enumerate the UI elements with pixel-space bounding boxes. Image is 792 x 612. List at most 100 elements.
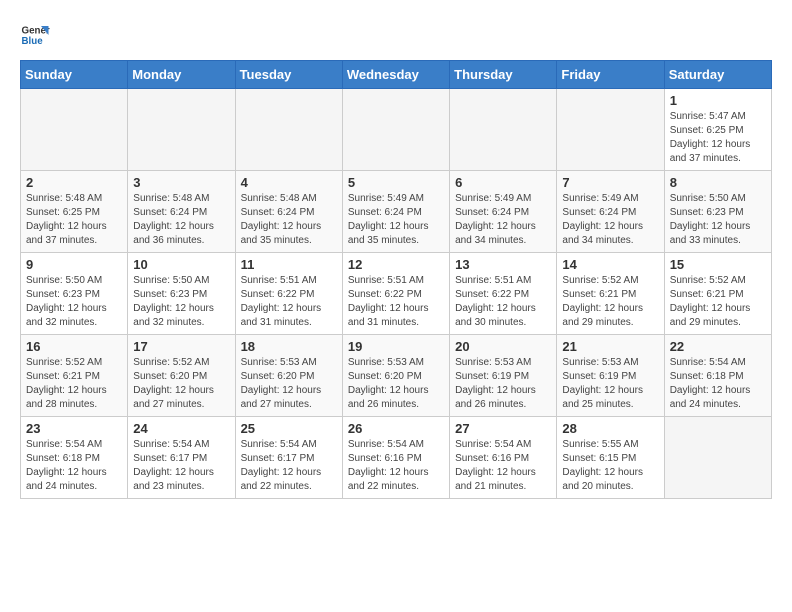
day-number: 9: [26, 257, 122, 272]
day-cell: [342, 89, 449, 171]
weekday-header-sunday: Sunday: [21, 61, 128, 89]
weekday-header-monday: Monday: [128, 61, 235, 89]
calendar-table: SundayMondayTuesdayWednesdayThursdayFrid…: [20, 60, 772, 499]
day-cell: 1 Sunrise: 5:47 AM Sunset: 6:25 PM Daylig…: [664, 89, 771, 171]
day-cell: 8Sunrise: 5:50 AM Sunset: 6:23 PM Daylig…: [664, 171, 771, 253]
weekday-header-tuesday: Tuesday: [235, 61, 342, 89]
day-number: 17: [133, 339, 229, 354]
day-number: 13: [455, 257, 551, 272]
day-number: 4: [241, 175, 337, 190]
day-info: Sunrise: 5:52 AM Sunset: 6:20 PM Dayligh…: [133, 356, 229, 412]
day-cell: 16 Sunrise: 5:52 AM Sunset: 6:21 PM Dayli…: [21, 335, 128, 417]
day-cell: 19 Sunrise: 5:53 AM Sunset: 6:20 PM Dayli…: [342, 335, 449, 417]
day-info: Sunrise: 5:54 AM Sunset: 6:17 PM Dayligh…: [241, 438, 337, 494]
day-number: 16: [26, 339, 122, 354]
day-number: 6: [455, 175, 551, 190]
day-number: 28: [562, 421, 658, 436]
day-number: 10: [133, 257, 229, 272]
day-number: 27: [455, 421, 551, 436]
day-number: 18: [241, 339, 337, 354]
day-info: Sunrise: 5:48 AM Sunset: 6:25 PM Dayligh…: [26, 192, 122, 248]
day-number: 20: [455, 339, 551, 354]
day-info: Sunrise: 5:49 AM Sunset: 6:24 PM Dayligh…: [348, 192, 444, 248]
day-cell: 24 Sunrise: 5:54 AM Sunset: 6:17 PM Dayli…: [128, 417, 235, 499]
header: General Blue: [20, 20, 772, 50]
day-info: Sunrise: 5:51 AM Sunset: 6:22 PM Dayligh…: [455, 274, 551, 330]
day-cell: 11 Sunrise: 5:51 AM Sunset: 6:22 PM Dayli…: [235, 253, 342, 335]
day-cell: [557, 89, 664, 171]
week-row-3: 9 Sunrise: 5:50 AM Sunset: 6:23 PM Daylig…: [21, 253, 772, 335]
day-info: Sunrise: 5:52 AM Sunset: 6:21 PM Dayligh…: [562, 274, 658, 330]
day-info: Sunrise: 5:54 AM Sunset: 6:17 PM Dayligh…: [133, 438, 229, 494]
week-row-4: 16 Sunrise: 5:52 AM Sunset: 6:21 PM Dayli…: [21, 335, 772, 417]
day-info: Sunrise: 5:51 AM Sunset: 6:22 PM Dayligh…: [348, 274, 444, 330]
week-row-2: 2 Sunrise: 5:48 AM Sunset: 6:25 PM Daylig…: [21, 171, 772, 253]
day-info: Sunrise: 5:51 AM Sunset: 6:22 PM Dayligh…: [241, 274, 337, 330]
weekday-header-thursday: Thursday: [450, 61, 557, 89]
day-cell: 3 Sunrise: 5:48 AM Sunset: 6:24 PM Daylig…: [128, 171, 235, 253]
day-cell: 15 Sunrise: 5:52 AM Sunset: 6:21 PM Dayli…: [664, 253, 771, 335]
day-number: 11: [241, 257, 337, 272]
day-cell: [450, 89, 557, 171]
day-cell: 20 Sunrise: 5:53 AM Sunset: 6:19 PM Dayli…: [450, 335, 557, 417]
day-info: Sunrise: 5:53 AM Sunset: 6:19 PM Dayligh…: [562, 356, 658, 412]
day-cell: 22 Sunrise: 5:54 AM Sunset: 6:18 PM Dayli…: [664, 335, 771, 417]
day-cell: [21, 89, 128, 171]
weekday-header-wednesday: Wednesday: [342, 61, 449, 89]
day-cell: [128, 89, 235, 171]
day-cell: 6Sunrise: 5:49 AM Sunset: 6:24 PM Daylig…: [450, 171, 557, 253]
day-number: 21: [562, 339, 658, 354]
day-info: Sunrise: 5:47 AM Sunset: 6:25 PM Dayligh…: [670, 110, 766, 166]
day-info: Sunrise: 5:49 AM Sunset: 6:24 PM Dayligh…: [562, 192, 658, 248]
day-cell: 4 Sunrise: 5:48 AM Sunset: 6:24 PM Daylig…: [235, 171, 342, 253]
day-info: Sunrise: 5:54 AM Sunset: 6:18 PM Dayligh…: [670, 356, 766, 412]
week-row-5: 23Sunrise: 5:54 AM Sunset: 6:18 PM Dayli…: [21, 417, 772, 499]
day-number: 24: [133, 421, 229, 436]
day-number: 2: [26, 175, 122, 190]
day-info: Sunrise: 5:55 AM Sunset: 6:15 PM Dayligh…: [562, 438, 658, 494]
day-number: 23: [26, 421, 122, 436]
day-cell: [235, 89, 342, 171]
day-info: Sunrise: 5:50 AM Sunset: 6:23 PM Dayligh…: [670, 192, 766, 248]
day-cell: 2 Sunrise: 5:48 AM Sunset: 6:25 PM Daylig…: [21, 171, 128, 253]
week-row-1: 1 Sunrise: 5:47 AM Sunset: 6:25 PM Daylig…: [21, 89, 772, 171]
day-number: 14: [562, 257, 658, 272]
weekday-header-friday: Friday: [557, 61, 664, 89]
day-number: 1: [670, 93, 766, 108]
day-info: Sunrise: 5:52 AM Sunset: 6:21 PM Dayligh…: [670, 274, 766, 330]
day-number: 19: [348, 339, 444, 354]
weekday-header-row: SundayMondayTuesdayWednesdayThursdayFrid…: [21, 61, 772, 89]
day-info: Sunrise: 5:54 AM Sunset: 6:16 PM Dayligh…: [455, 438, 551, 494]
day-number: 25: [241, 421, 337, 436]
day-number: 12: [348, 257, 444, 272]
day-cell: 18 Sunrise: 5:53 AM Sunset: 6:20 PM Dayli…: [235, 335, 342, 417]
day-cell: 17 Sunrise: 5:52 AM Sunset: 6:20 PM Dayli…: [128, 335, 235, 417]
day-number: 22: [670, 339, 766, 354]
day-cell: 5 Sunrise: 5:49 AM Sunset: 6:24 PM Daylig…: [342, 171, 449, 253]
day-info: Sunrise: 5:50 AM Sunset: 6:23 PM Dayligh…: [26, 274, 122, 330]
logo-icon: General Blue: [20, 20, 50, 50]
logo: General Blue: [20, 20, 54, 50]
day-info: Sunrise: 5:48 AM Sunset: 6:24 PM Dayligh…: [241, 192, 337, 248]
day-cell: [664, 417, 771, 499]
day-cell: 9 Sunrise: 5:50 AM Sunset: 6:23 PM Daylig…: [21, 253, 128, 335]
day-info: Sunrise: 5:53 AM Sunset: 6:20 PM Dayligh…: [348, 356, 444, 412]
day-cell: 12 Sunrise: 5:51 AM Sunset: 6:22 PM Dayli…: [342, 253, 449, 335]
day-cell: 25 Sunrise: 5:54 AM Sunset: 6:17 PM Dayli…: [235, 417, 342, 499]
day-number: 26: [348, 421, 444, 436]
day-cell: 26Sunrise: 5:54 AM Sunset: 6:16 PM Dayli…: [342, 417, 449, 499]
svg-text:Blue: Blue: [22, 36, 44, 47]
day-number: 15: [670, 257, 766, 272]
day-cell: 23Sunrise: 5:54 AM Sunset: 6:18 PM Dayli…: [21, 417, 128, 499]
day-info: Sunrise: 5:50 AM Sunset: 6:23 PM Dayligh…: [133, 274, 229, 330]
day-cell: 7Sunrise: 5:49 AM Sunset: 6:24 PM Daylig…: [557, 171, 664, 253]
day-number: 3: [133, 175, 229, 190]
day-info: Sunrise: 5:53 AM Sunset: 6:19 PM Dayligh…: [455, 356, 551, 412]
day-cell: 21 Sunrise: 5:53 AM Sunset: 6:19 PM Dayli…: [557, 335, 664, 417]
day-cell: 27 Sunrise: 5:54 AM Sunset: 6:16 PM Dayli…: [450, 417, 557, 499]
day-number: 5: [348, 175, 444, 190]
weekday-header-saturday: Saturday: [664, 61, 771, 89]
day-info: Sunrise: 5:52 AM Sunset: 6:21 PM Dayligh…: [26, 356, 122, 412]
day-info: Sunrise: 5:48 AM Sunset: 6:24 PM Dayligh…: [133, 192, 229, 248]
day-info: Sunrise: 5:53 AM Sunset: 6:20 PM Dayligh…: [241, 356, 337, 412]
